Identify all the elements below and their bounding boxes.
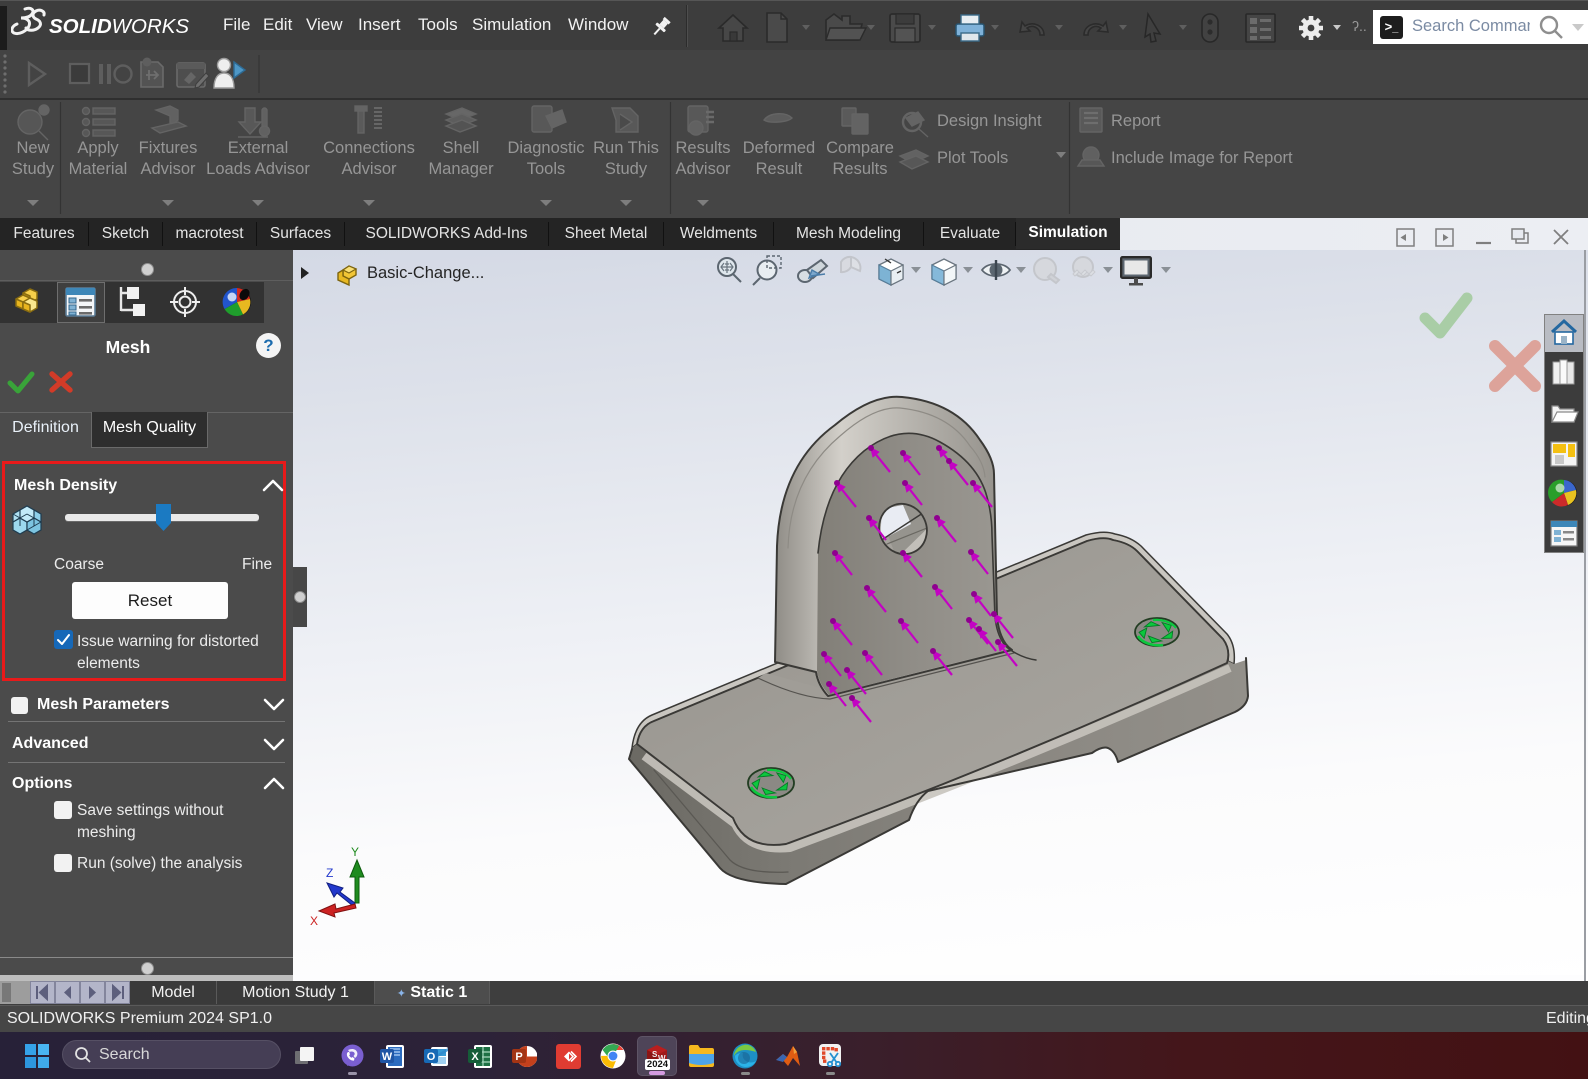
svg-text:Z: Z [326,866,333,880]
svg-text:Y: Y [351,845,359,859]
svg-text:P: P [515,1051,522,1063]
svg-text:X: X [310,914,318,928]
svg-text:X: X [471,1051,479,1063]
svg-text:O: O [427,1051,436,1063]
svg-text:W: W [382,1051,393,1063]
